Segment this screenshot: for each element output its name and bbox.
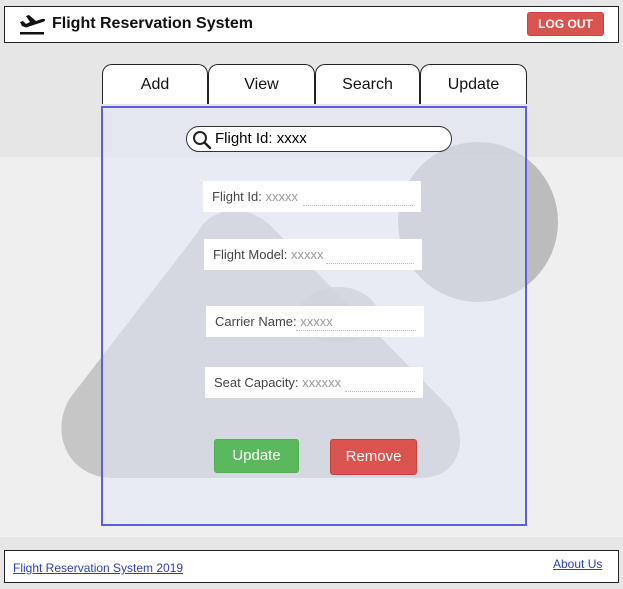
logout-button[interactable]: LOG OUT — [527, 12, 604, 36]
app-header: Flight Reservation System LOG OUT — [4, 6, 619, 43]
field-value: xxxxxx — [302, 375, 342, 390]
flight-model-field[interactable]: Flight Model: xxxxx — [204, 239, 422, 270]
seat-capacity-field[interactable]: Seat Capacity: xxxxxx — [205, 367, 423, 398]
copyright-link[interactable]: Flight Reservation System 2019 — [13, 561, 183, 575]
app-footer: Flight Reservation System 2019 About Us — [4, 550, 619, 583]
field-value: xxxxx — [265, 189, 298, 204]
field-label: Flight Model: — [213, 247, 288, 262]
field-label: Flight Id: — [212, 189, 262, 204]
field-value: xxxxx — [291, 247, 324, 262]
plane-departure-icon — [20, 15, 46, 35]
update-button[interactable]: Update — [214, 439, 299, 473]
tab-update[interactable]: Update — [420, 64, 527, 104]
tab-view[interactable]: View — [208, 64, 315, 104]
field-value: xxxxx — [300, 314, 333, 329]
tab-add[interactable]: Add — [102, 64, 208, 104]
search-value: Flight Id: xxxx — [215, 130, 307, 147]
field-label: Carrier Name: — [215, 314, 297, 329]
search-input[interactable]: Flight Id: xxxx — [186, 126, 452, 152]
flight-id-field[interactable]: Flight Id: xxxxx — [203, 181, 421, 212]
search-icon — [193, 131, 212, 150]
remove-button[interactable]: Remove — [330, 439, 417, 475]
field-label: Seat Capacity: — [214, 375, 299, 390]
app-title: Flight Reservation System — [52, 15, 253, 32]
about-us-link[interactable]: About Us — [553, 557, 602, 571]
tab-search[interactable]: Search — [315, 64, 420, 104]
carrier-name-field[interactable]: Carrier Name: xxxxx — [206, 306, 424, 337]
